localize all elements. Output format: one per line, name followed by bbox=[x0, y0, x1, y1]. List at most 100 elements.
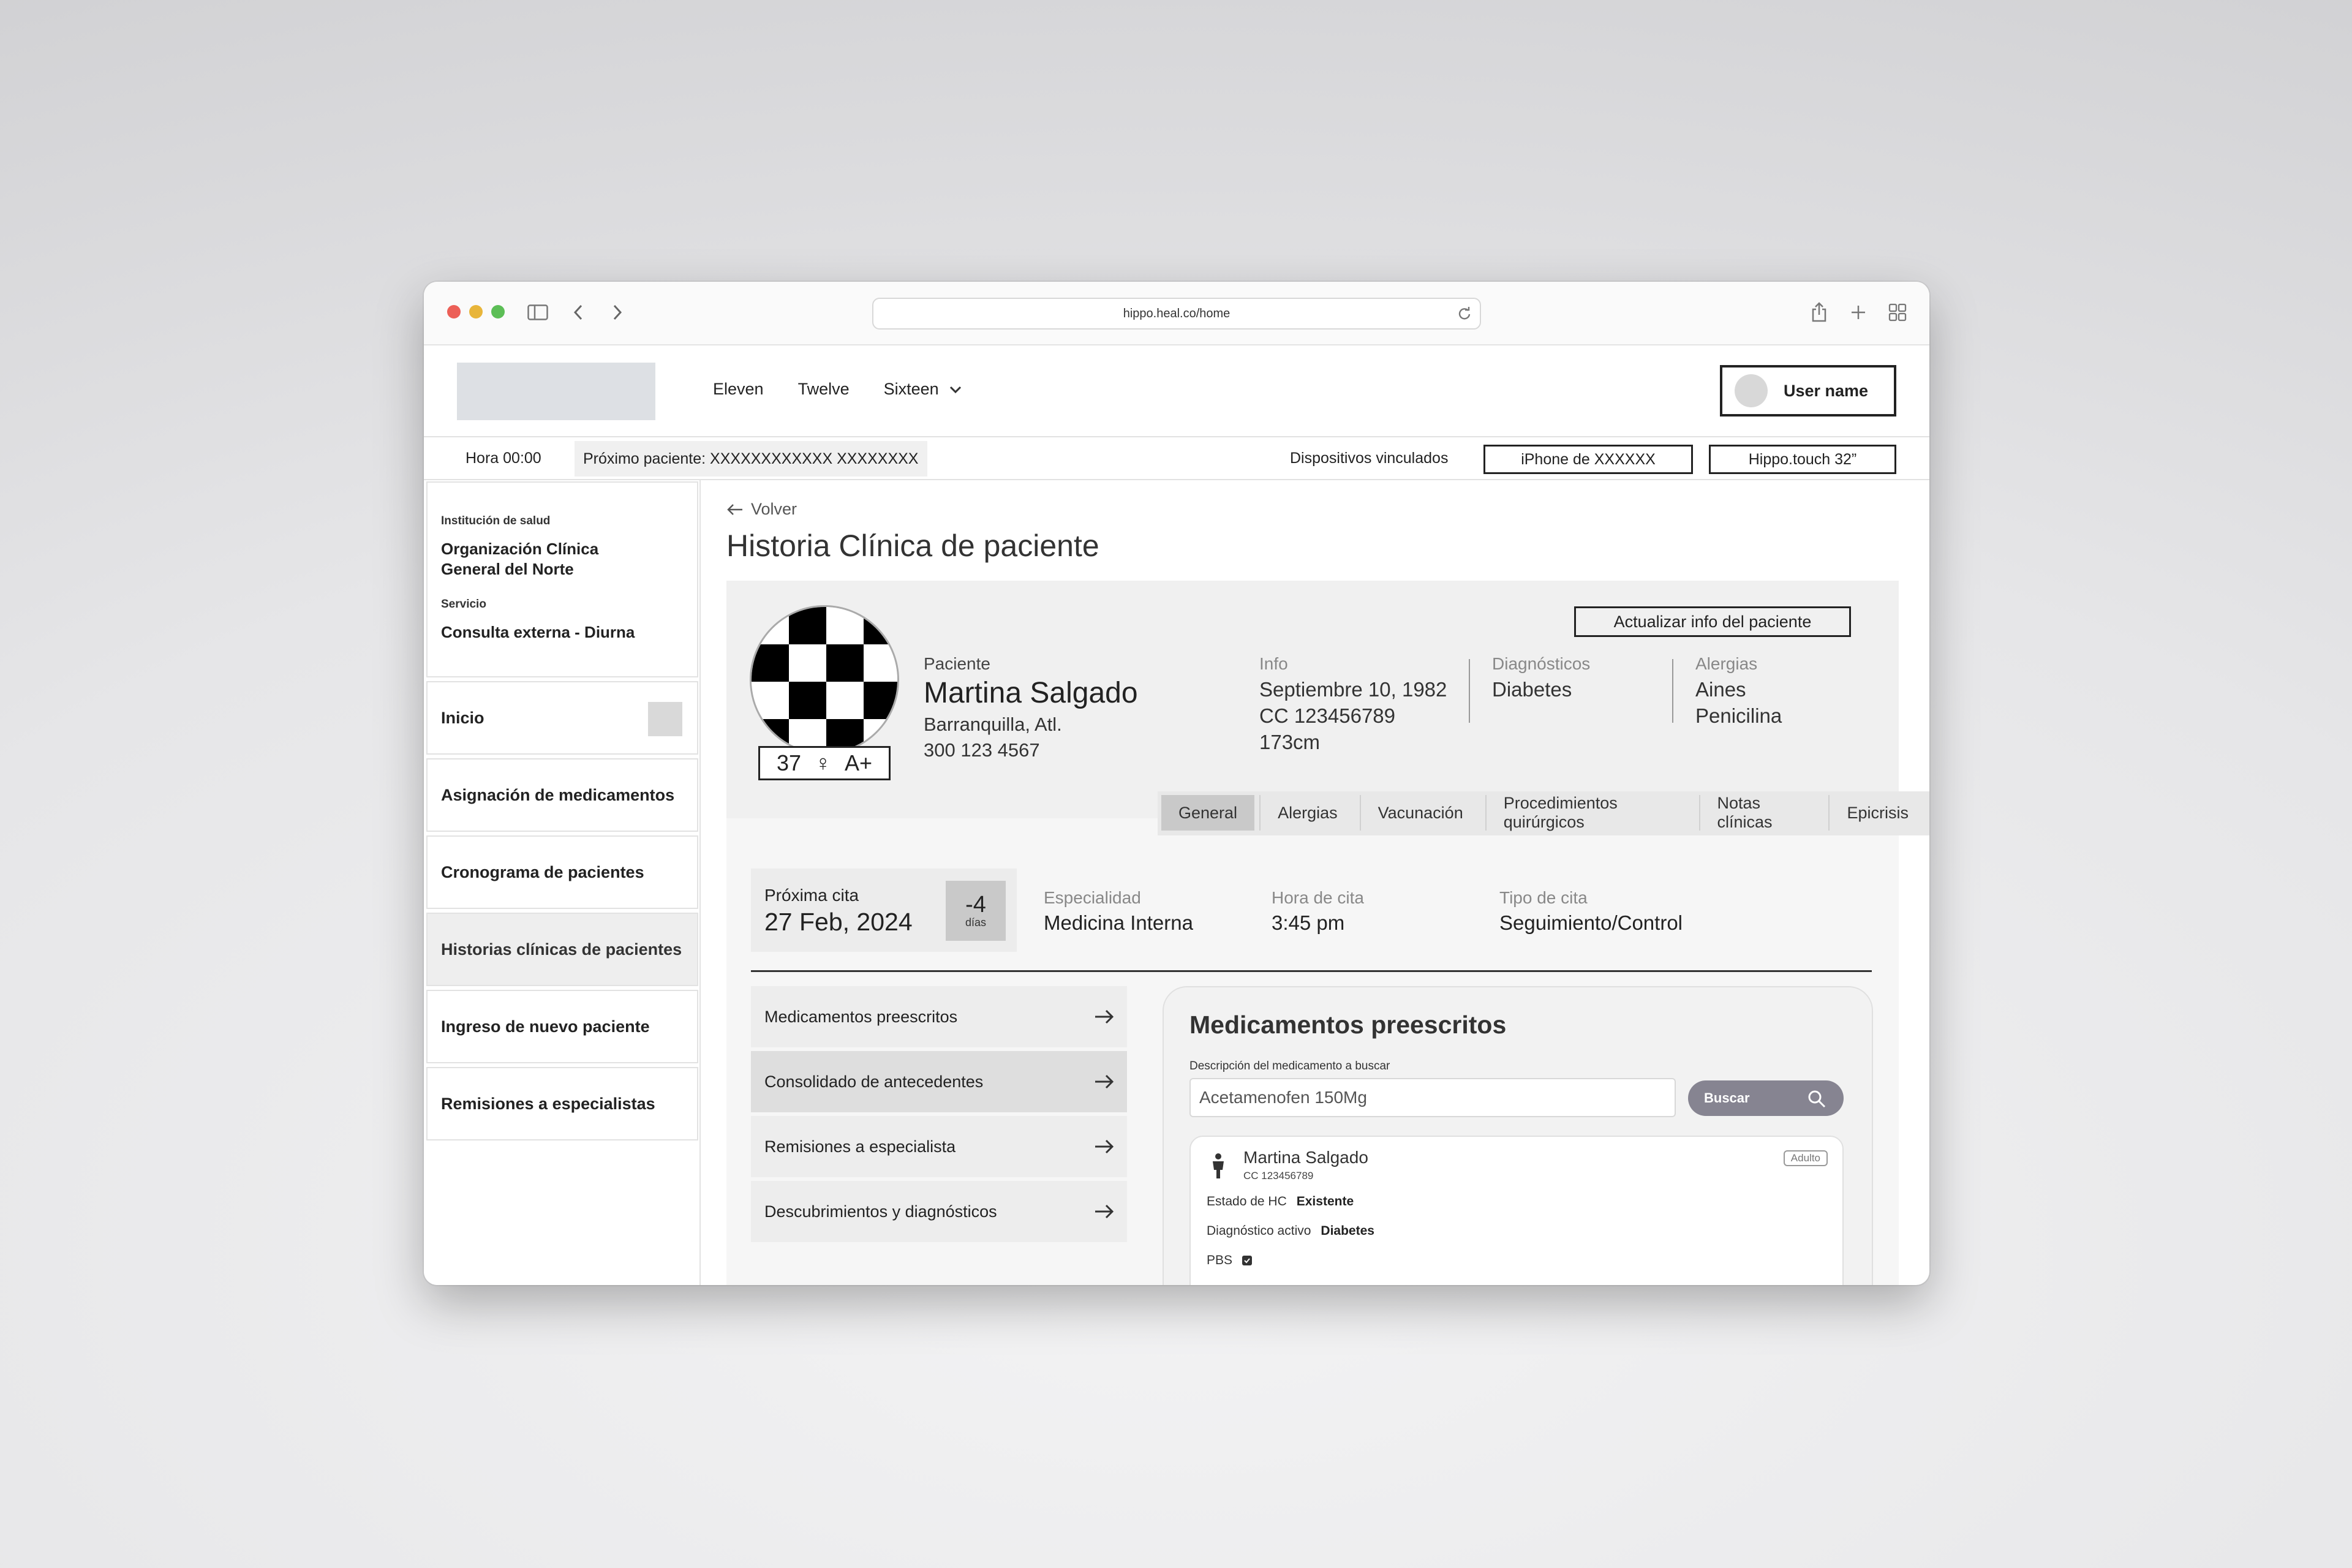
chevron-down-icon bbox=[949, 386, 961, 393]
prescribed-medications-panel: Medicamentos preescritos Descripción del… bbox=[1163, 986, 1873, 1285]
info-height: 173cm bbox=[1259, 731, 1321, 753]
menu-item-label: Remisiones a especialista bbox=[764, 1137, 956, 1156]
appointment-type-block: Tipo de cita Seguimiento/Control bbox=[1499, 888, 1683, 935]
service-value: Consulta externa - Diurna bbox=[441, 623, 635, 641]
back-label: Volver bbox=[751, 500, 797, 518]
nav-dropdown-sixteen[interactable]: Sixteen bbox=[884, 380, 962, 399]
service-label: Servicio bbox=[441, 598, 486, 611]
active-diagnosis-row: Diagnóstico activo Diabetes bbox=[1207, 1224, 1374, 1238]
allergy-item: Aines bbox=[1695, 678, 1746, 701]
specialty-label: Especialidad bbox=[1044, 888, 1141, 907]
record-tabs: General Alergias Vacunación Procedimient… bbox=[1158, 791, 1929, 835]
tab-alergias[interactable]: Alergias bbox=[1259, 795, 1355, 831]
forward-icon[interactable] bbox=[605, 300, 630, 325]
sidebar-item-label: Cronograma de pacientes bbox=[441, 862, 644, 881]
maximize-window-button[interactable] bbox=[491, 305, 505, 318]
search-icon bbox=[1808, 1090, 1826, 1108]
device-button-hippo-touch[interactable]: Hippo.touch 32” bbox=[1709, 445, 1896, 474]
pbs-row: PBS bbox=[1207, 1253, 1253, 1268]
patient-card: 37 ♀ A+ Paciente Martina Salgado Barranq… bbox=[726, 581, 1899, 818]
sidebar-item-label: Asignación de medicamentos bbox=[441, 785, 675, 804]
pbs-checkbox[interactable] bbox=[1242, 1256, 1253, 1265]
status-bar: Hora 00:00 Próximo paciente: XXXXXXXXXXX… bbox=[424, 437, 1929, 480]
sidebar-item-inicio[interactable]: Inicio bbox=[426, 681, 698, 755]
back-icon[interactable] bbox=[566, 300, 590, 325]
patient-identity: Paciente Martina Salgado Barranquilla, A… bbox=[924, 654, 1138, 761]
update-patient-button[interactable]: Actualizar info del paciente bbox=[1574, 606, 1851, 637]
summary-patient-name: Martina Salgado bbox=[1243, 1148, 1368, 1167]
days-remaining-number: -4 bbox=[965, 891, 986, 918]
sidebar-item-label: Inicio bbox=[441, 708, 484, 727]
sidebar-item-label: Historias clínicas de pacientes bbox=[441, 940, 682, 959]
sidebar-item-ingreso-paciente[interactable]: Ingreso de nuevo paciente bbox=[426, 990, 698, 1063]
sidebar-item-remisiones[interactable]: Remisiones a especialistas bbox=[426, 1067, 698, 1140]
next-appointment-card: Próxima cita 27 Feb, 2024 -4 días bbox=[751, 869, 1017, 952]
sidebar-item-label: Ingreso de nuevo paciente bbox=[441, 1017, 650, 1036]
patient-city: Barranquilla, Atl. bbox=[924, 714, 1062, 735]
user-name: User name bbox=[1784, 381, 1869, 400]
search-field-label: Descripción del medicamento a buscar bbox=[1189, 1060, 1390, 1072]
tab-epicrisis[interactable]: Epicrisis bbox=[1828, 795, 1926, 831]
nav-item-twelve[interactable]: Twelve bbox=[798, 380, 850, 399]
home-icon-placeholder bbox=[648, 702, 682, 736]
address-bar[interactable]: hippo.heal.co/home bbox=[872, 298, 1481, 330]
patient-label: Paciente bbox=[924, 654, 990, 673]
browser-window: hippo.heal.co/home Eleven Twelve Sixteen bbox=[424, 282, 1929, 1285]
share-icon[interactable] bbox=[1807, 300, 1831, 325]
user-menu-button[interactable]: User name bbox=[1720, 365, 1896, 417]
divider bbox=[1469, 659, 1470, 723]
arrow-right-icon bbox=[1095, 1204, 1114, 1219]
menu-item-descubrimientos[interactable]: Descubrimientos y diagnósticos bbox=[751, 1181, 1127, 1242]
avatar bbox=[1735, 374, 1768, 407]
active-diagnosis-label: Diagnóstico activo bbox=[1207, 1224, 1311, 1238]
appointment-type-value: Seguimiento/Control bbox=[1499, 911, 1683, 934]
url-text: hippo.heal.co/home bbox=[1123, 306, 1231, 320]
next-patient[interactable]: Próximo paciente: XXXXXXXXXXXX XXXXXXXX bbox=[575, 441, 927, 477]
tab-notas-clinicas[interactable]: Notas clínicas bbox=[1698, 794, 1824, 831]
close-window-button[interactable] bbox=[447, 305, 461, 318]
search-button[interactable]: Buscar bbox=[1688, 1080, 1844, 1116]
section-divider bbox=[751, 970, 1872, 972]
device-button-iphone[interactable]: iPhone de XXXXXX bbox=[1483, 445, 1693, 474]
sidebar-item-cronograma[interactable]: Cronograma de pacientes bbox=[426, 835, 698, 909]
info-birthdate: Septiembre 10, 1982 bbox=[1259, 678, 1447, 701]
menu-item-remisiones[interactable]: Remisiones a especialista bbox=[751, 1116, 1127, 1177]
tab-procedimientos[interactable]: Procedimientos quirúrgicos bbox=[1485, 794, 1694, 831]
patient-summary-card[interactable]: Martina Salgado CC 123456789 Adulto Esta… bbox=[1189, 1136, 1844, 1285]
info-document: CC 123456789 bbox=[1259, 704, 1396, 727]
panel-title: Medicamentos preescritos bbox=[1189, 1011, 1507, 1039]
menu-item-medicamentos[interactable]: Medicamentos preescritos bbox=[751, 986, 1127, 1047]
back-link[interactable]: Volver bbox=[726, 500, 797, 519]
minimize-window-button[interactable] bbox=[469, 305, 483, 318]
specialty-value: Medicina Interna bbox=[1044, 911, 1193, 934]
summary-patient-document: CC 123456789 bbox=[1243, 1170, 1314, 1182]
app-header: Eleven Twelve Sixteen User name bbox=[424, 345, 1929, 437]
tab-general[interactable]: General bbox=[1161, 795, 1255, 831]
logo-placeholder[interactable] bbox=[457, 363, 655, 420]
new-tab-icon[interactable] bbox=[1846, 300, 1871, 325]
reload-icon[interactable] bbox=[1458, 307, 1471, 324]
patient-age: 37 bbox=[776, 750, 801, 775]
patient-allergies-block: Alergias Aines Penicilina bbox=[1695, 654, 1782, 729]
appointment-time-block: Hora de cita 3:45 pm bbox=[1272, 888, 1364, 935]
female-icon: ♀ bbox=[815, 750, 831, 775]
sidebar-item-asignacion-medicamentos[interactable]: Asignación de medicamentos bbox=[426, 758, 698, 832]
menu-item-antecedentes[interactable]: Consolidado de antecedentes bbox=[751, 1051, 1127, 1112]
hc-status-row: Estado de HC Existente bbox=[1207, 1194, 1354, 1209]
sidebar-toggle-icon[interactable] bbox=[526, 300, 550, 325]
sidebar: Institución de salud Organización Clínic… bbox=[424, 480, 701, 1285]
blood-type: A+ bbox=[845, 750, 873, 775]
patient-info-block: Info Septiembre 10, 1982 CC 123456789 17… bbox=[1259, 654, 1447, 755]
days-remaining-badge: -4 días bbox=[946, 881, 1006, 941]
sidebar-item-historias-clinicas[interactable]: Historias clínicas de pacientes bbox=[426, 913, 698, 986]
tab-vacunacion[interactable]: Vacunación bbox=[1359, 795, 1480, 831]
tab-overview-icon[interactable] bbox=[1885, 300, 1910, 325]
linked-devices-label: Dispositivos vinculados bbox=[1290, 450, 1449, 467]
nav-item-eleven[interactable]: Eleven bbox=[713, 380, 764, 399]
appointment-time-value: 3:45 pm bbox=[1272, 911, 1345, 934]
medication-search-input[interactable]: Acetamenofen 150Mg bbox=[1189, 1078, 1676, 1117]
sidebar-item-label: Remisiones a especialistas bbox=[441, 1094, 655, 1113]
specialty-block: Especialidad Medicina Interna bbox=[1044, 888, 1193, 935]
browser-toolbar: hippo.heal.co/home bbox=[424, 282, 1929, 345]
arrow-left-icon bbox=[727, 503, 742, 515]
